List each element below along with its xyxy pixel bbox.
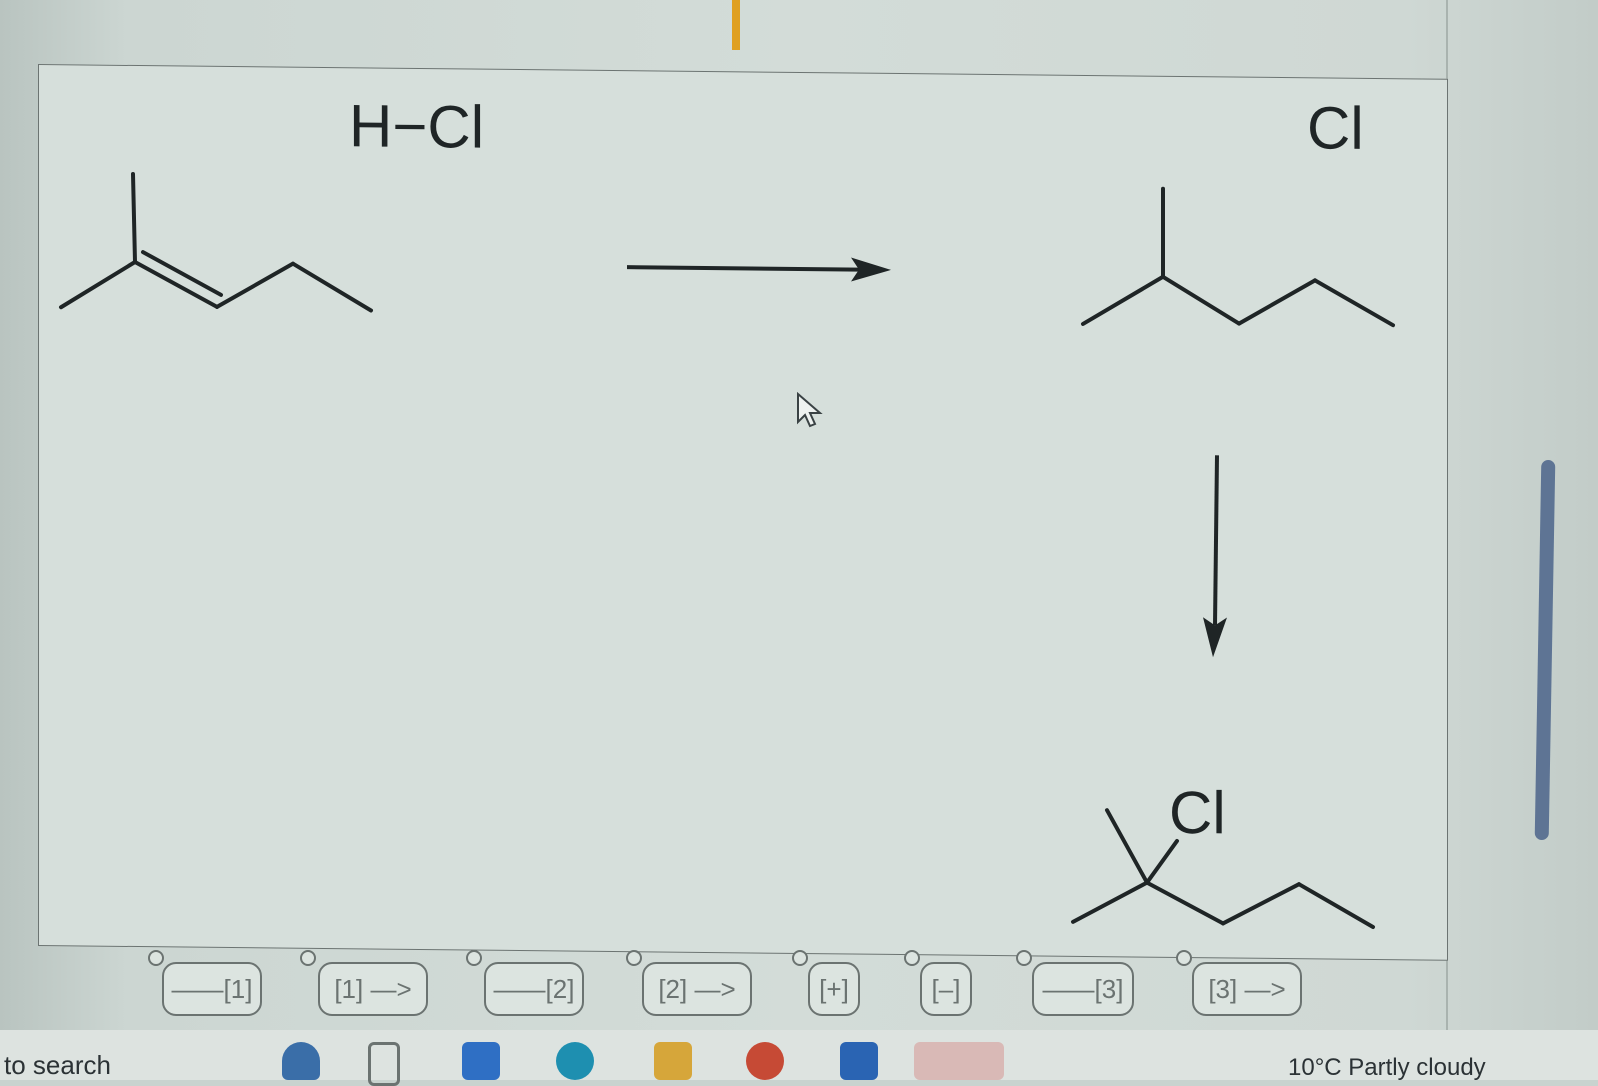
- bond: [1071, 880, 1149, 924]
- mouse-pointer-icon: [797, 392, 823, 428]
- bond: [59, 260, 137, 310]
- reactant-molecule[interactable]: [59, 171, 373, 313]
- bond: [131, 171, 137, 265]
- product-top-cl-label: Cl: [1307, 94, 1364, 162]
- toolbar-handle[interactable]: [792, 950, 808, 966]
- bond: [1145, 880, 1225, 926]
- bond: [1081, 274, 1165, 326]
- task-view-icon[interactable]: [368, 1042, 400, 1086]
- weather-widget[interactable]: 10°C Partly cloudy: [1288, 1054, 1486, 1082]
- cortana-icon[interactable]: [282, 1042, 320, 1080]
- product-bottom-cl-label: Cl: [1169, 778, 1226, 847]
- arrow-tool-2-right[interactable]: [2] —>: [642, 962, 752, 1016]
- toolbar-handle[interactable]: [466, 950, 482, 966]
- bond: [215, 261, 295, 309]
- bond: [1237, 278, 1317, 326]
- arrow-toolbar: ——[1] [1] —> ——[2] [2] —> [+] [–] ——[3] …: [148, 950, 1348, 1020]
- bond: [1145, 838, 1179, 885]
- file-explorer-icon[interactable]: [654, 1042, 692, 1080]
- drawing-canvas[interactable]: H−Cl Cl Cl: [38, 64, 1448, 961]
- bond-tool-1-left[interactable]: ——[1]: [162, 962, 262, 1016]
- outlook-icon[interactable]: [840, 1042, 878, 1080]
- toolbar-handle[interactable]: [626, 950, 642, 966]
- reagent-label: H−Cl: [349, 92, 485, 161]
- bond-tool-2-left[interactable]: ——[2]: [484, 962, 584, 1016]
- app-icon[interactable]: [914, 1042, 1004, 1080]
- charge-plus-button[interactable]: [+]: [808, 962, 860, 1016]
- bond: [291, 261, 373, 313]
- toolbar-handle[interactable]: [300, 950, 316, 966]
- toolbar-handle[interactable]: [148, 950, 164, 966]
- reaction-arrow-down: [1203, 455, 1227, 658]
- bond: [1105, 808, 1149, 885]
- toolbar-handle[interactable]: [1016, 950, 1032, 966]
- product-top-molecule[interactable]: [1081, 186, 1395, 328]
- arrow-tool-3-right[interactable]: [3] —>: [1192, 962, 1302, 1016]
- toolbar-handle[interactable]: [1176, 950, 1192, 966]
- toolbar-handle[interactable]: [904, 950, 920, 966]
- structure-drawing: [59, 171, 1395, 929]
- arrow-tool-1-right[interactable]: [1] —>: [318, 962, 428, 1016]
- bond-tool-3-left[interactable]: ——[3]: [1032, 962, 1134, 1016]
- window-edge-marker: [732, 0, 740, 50]
- charge-minus-button[interactable]: [–]: [920, 962, 972, 1016]
- bond: [1297, 882, 1375, 929]
- reaction-arrow-right: [627, 257, 891, 282]
- bond: [1161, 274, 1241, 326]
- store-icon[interactable]: [462, 1042, 500, 1080]
- chrome-icon[interactable]: [746, 1042, 784, 1080]
- taskbar-search[interactable]: to search: [4, 1050, 111, 1081]
- edge-icon[interactable]: [556, 1042, 594, 1080]
- bond: [1221, 882, 1301, 926]
- bond: [1313, 278, 1395, 328]
